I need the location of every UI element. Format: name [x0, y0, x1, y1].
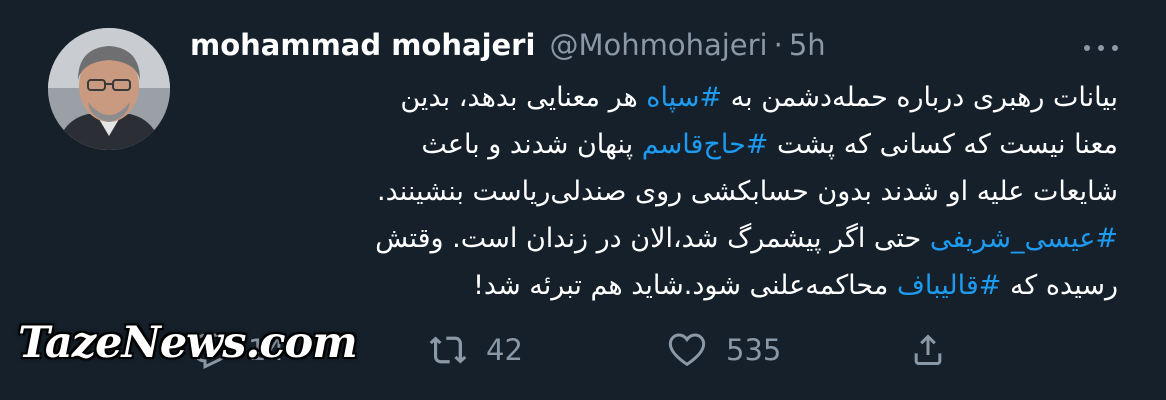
- share-button[interactable]: [908, 320, 948, 380]
- tweet-line: بیانات رهبری درباره حمله‌دشمن به #سپاه ه…: [400, 82, 1118, 113]
- user-handle[interactable]: @Mohmohajeri: [549, 28, 767, 62]
- like-count: 535: [726, 333, 782, 367]
- tweet-line: #عیسی_شریفی حتی اگر پیشمرگ شد،الان در زن…: [375, 223, 1118, 254]
- hashtag-link[interactable]: #سپاه: [646, 82, 722, 113]
- watermark: TazeNews.com: [18, 318, 358, 368]
- more-icon[interactable]: [1084, 36, 1118, 60]
- retweet-count: 42: [486, 333, 523, 367]
- tweet-line: شایعات علیه او شدند بدون حسابکشی روی صند…: [376, 176, 1118, 207]
- timestamp[interactable]: 5h: [789, 28, 826, 62]
- hashtag-link[interactable]: #حاج‌قاسم: [642, 129, 769, 160]
- like-button[interactable]: 535: [666, 320, 781, 380]
- separator: ·: [773, 28, 783, 62]
- tweet-line: معنا نیست که کسانی که پشت #حاج‌قاسم پنها…: [421, 129, 1118, 160]
- hashtag-link[interactable]: #قالیباف: [897, 270, 1002, 301]
- avatar[interactable]: [48, 28, 170, 150]
- tweet-line: رسیده که #قالیباف محاکمه‌علنی شود.شاید ه…: [473, 270, 1118, 301]
- tweet-header: mohammad mohajeri @Mohmohajeri · 5h: [190, 28, 826, 68]
- display-name[interactable]: mohammad mohajeri: [190, 28, 535, 62]
- retweet-button[interactable]: 42: [428, 320, 523, 380]
- tweet-text: بیانات رهبری درباره حمله‌دشمن به #سپاه ه…: [190, 74, 1118, 309]
- share-icon: [914, 334, 942, 365]
- retweet-icon: [429, 336, 467, 364]
- hashtag-link[interactable]: #عیسی_شریفی: [930, 223, 1118, 254]
- avatar-image: [48, 28, 170, 150]
- heart-icon: [668, 333, 706, 367]
